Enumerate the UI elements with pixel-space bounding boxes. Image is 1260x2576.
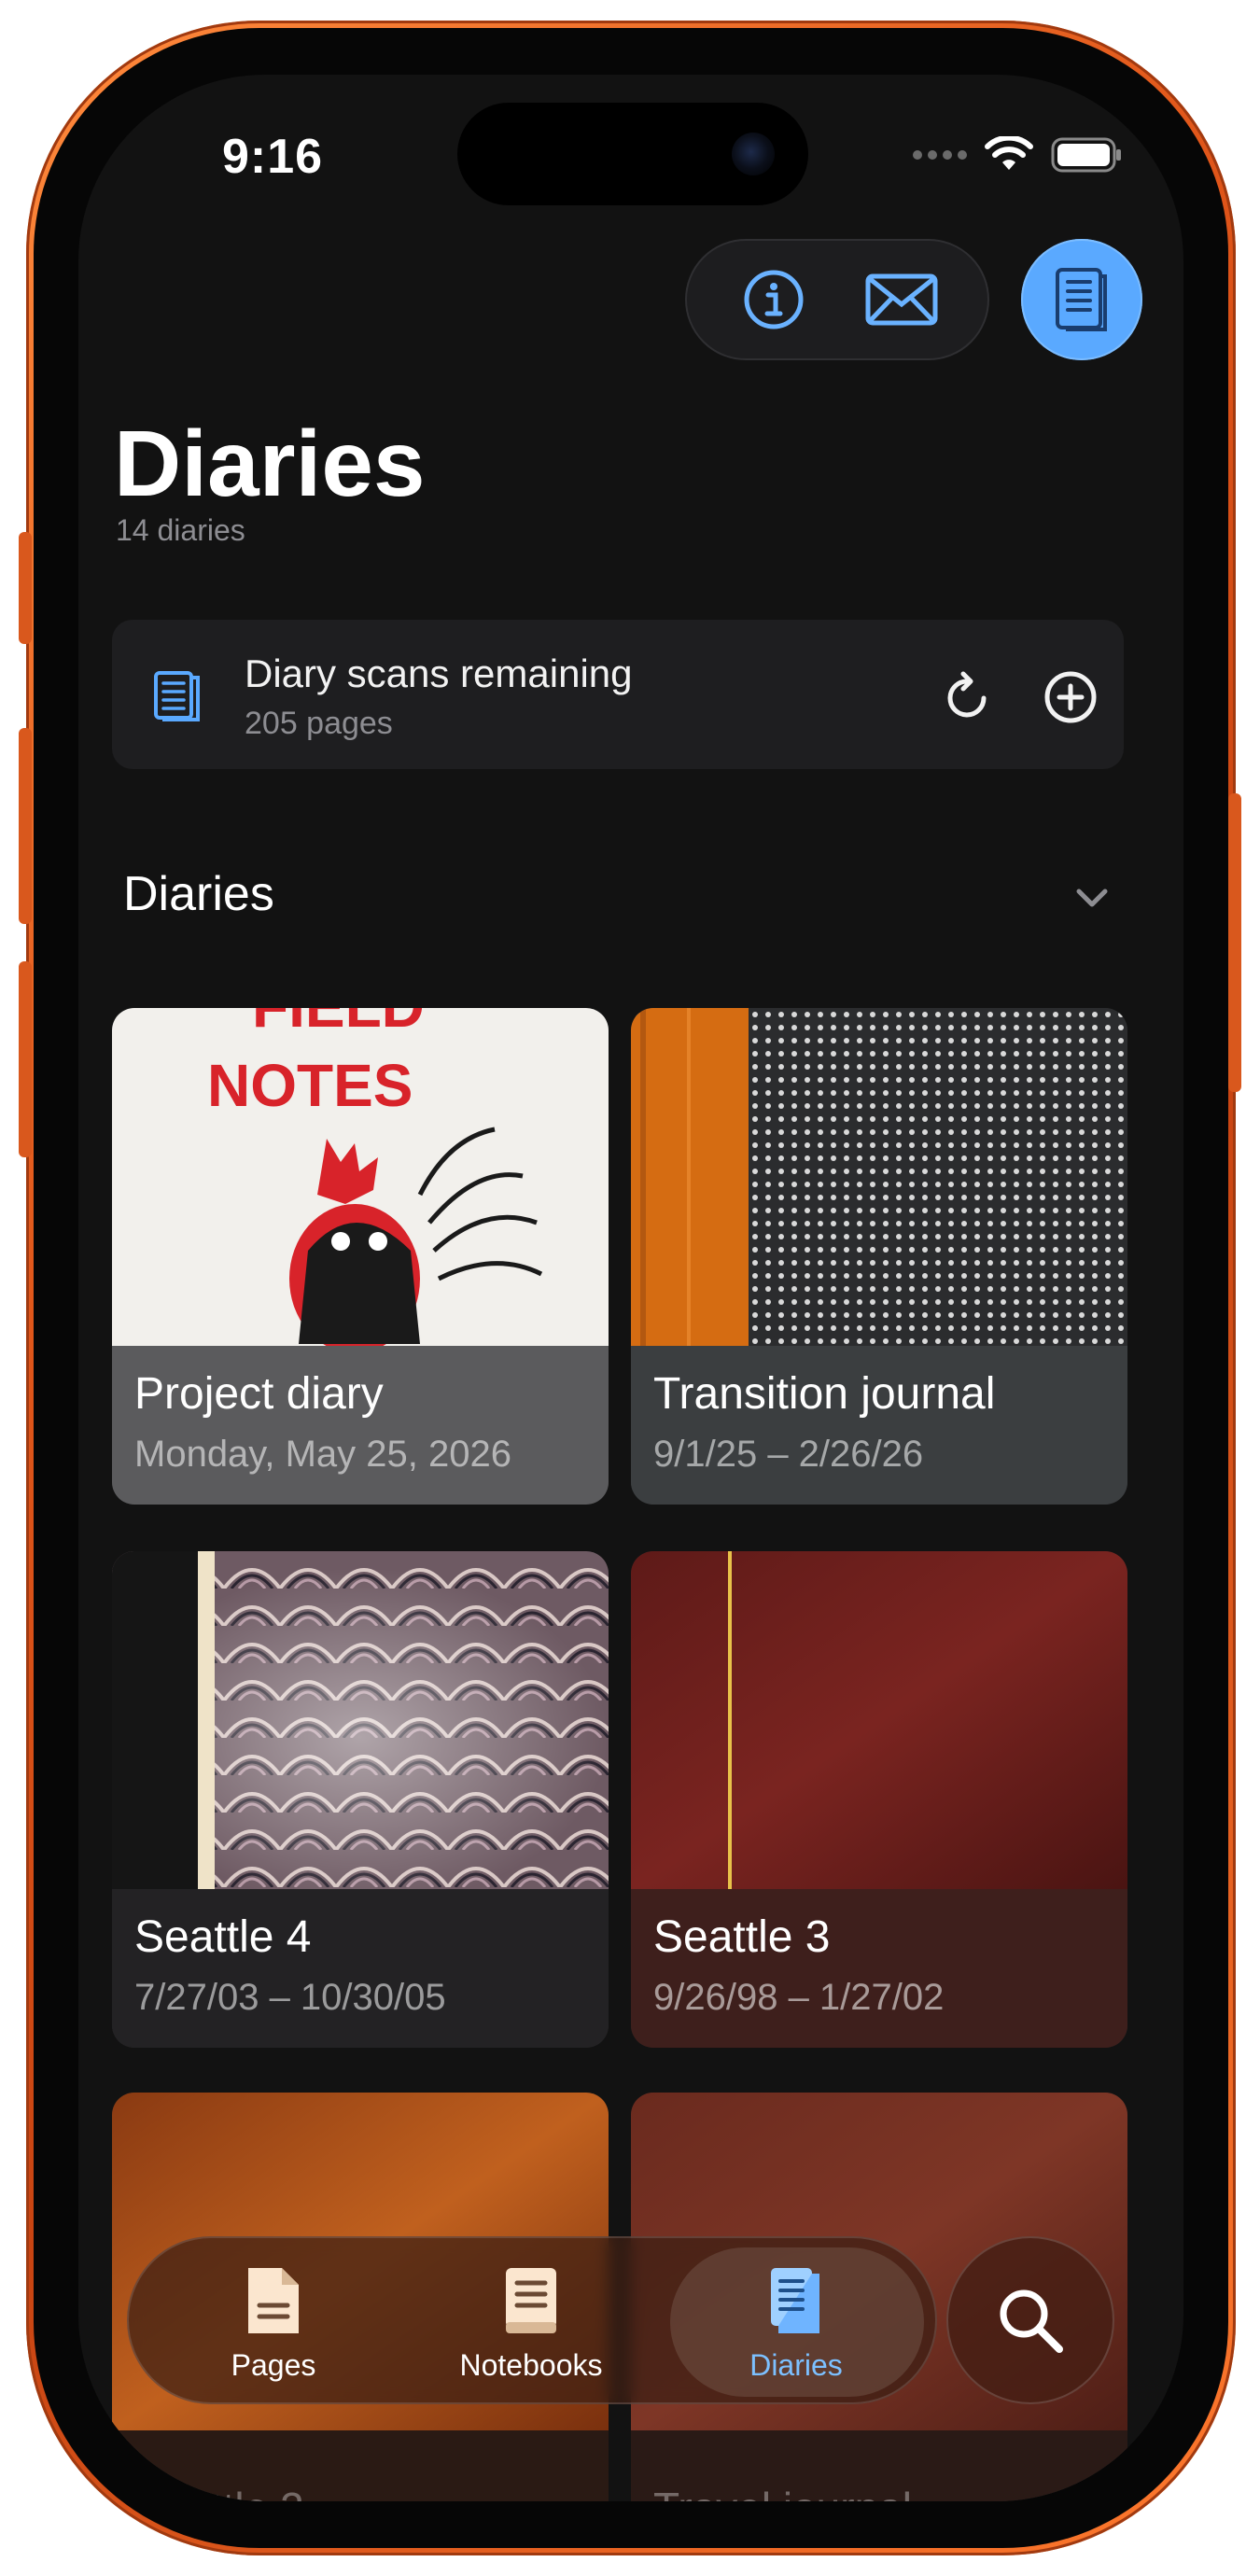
diary-card-info: Seattle 3 9/26/98 – 1/27/02 [631, 1889, 1127, 2048]
status-time: 9:16 [222, 130, 324, 184]
tab-label: Notebooks [459, 2348, 603, 2382]
cellular-signal-icon [913, 150, 967, 160]
power-button [1228, 793, 1241, 1092]
dotted-cover-image [631, 1008, 1127, 1346]
screen: 9:16 Diaries 14 diaries Diary scans rema… [78, 75, 1183, 2501]
status-indicators [913, 136, 1124, 174]
diary-card-info: Seattle 4 7/27/03 – 10/30/05 [112, 1889, 609, 2048]
field-notes-cover-image: FIELD NOTES [112, 1008, 609, 1346]
diary-icon [771, 2268, 819, 2333]
diary-card[interactable]: FIELD NOTES Project diary Monday, May 25… [112, 1008, 609, 1505]
mail-button[interactable] [864, 262, 939, 337]
diary-card-info: Travel journal [631, 2430, 1127, 2501]
diary-dates: 9/1/25 – 2/26/26 [653, 1434, 924, 1475]
dynamic-island [457, 103, 808, 205]
scans-remaining-count: 205 pages [245, 706, 393, 741]
diary-dates: 7/27/03 – 10/30/05 [134, 1977, 446, 2018]
action-button [19, 532, 32, 644]
diary-name: Transition journal [653, 1369, 996, 1419]
diary-card[interactable]: Seattle 4 7/27/03 – 10/30/05 [112, 1551, 609, 2048]
diary-card[interactable]: Seattle 3 9/26/98 – 1/27/02 [631, 1551, 1127, 2048]
scans-title: Diary scans remaining [245, 651, 633, 695]
red-leather-cover-image [631, 1551, 1127, 1889]
svg-text:NOTES: NOTES [207, 1052, 413, 1119]
diary-name: Seattle 2 [134, 2483, 304, 2501]
chevron-down-icon[interactable] [1070, 875, 1114, 920]
diary-icon [1056, 268, 1107, 331]
tab-label: Pages [231, 2348, 316, 2382]
diary-card-info: Project diary Monday, May 25, 2026 [112, 1346, 609, 1505]
tab-label: Diaries [749, 2348, 843, 2382]
diary-name: Seattle 3 [653, 1912, 831, 1962]
diary-dates: Monday, May 25, 2026 [134, 1434, 511, 1475]
wifi-icon [985, 136, 1033, 170]
section-title: Diaries [123, 867, 274, 921]
page-icon [248, 2268, 299, 2333]
diary-icon [154, 671, 200, 721]
tab-bar: Pages Notebooks Diaries [127, 2236, 937, 2404]
search-icon [1000, 2289, 1063, 2353]
diary-scan-button[interactable] [1021, 239, 1142, 360]
diary-name: Project diary [134, 1369, 384, 1419]
notebook-icon [506, 2268, 556, 2333]
svg-text:FIELD: FIELD [252, 1008, 425, 1040]
diary-count: 14 diaries [116, 513, 245, 547]
diary-name: Travel journal [653, 2483, 912, 2501]
volume-up-button [19, 728, 32, 924]
info-circle-icon [744, 270, 803, 329]
camera-icon [732, 133, 775, 175]
diary-card[interactable]: Transition journal 9/1/25 – 2/26/26 [631, 1008, 1127, 1505]
diary-card-info: Transition journal 9/1/25 – 2/26/26 [631, 1346, 1127, 1505]
refresh-icon[interactable] [939, 668, 997, 726]
tab-notebooks[interactable]: Notebooks [414, 2238, 648, 2406]
plus-circle-icon[interactable] [1042, 668, 1099, 726]
search-button[interactable] [946, 2236, 1114, 2404]
tab-diaries[interactable]: Diaries [679, 2238, 913, 2406]
diary-dates: 9/26/98 – 1/27/02 [653, 1977, 945, 2018]
diary-card-info: Seattle 2 [112, 2430, 609, 2501]
header-actions [685, 239, 989, 360]
page-title: Diaries [114, 412, 426, 516]
scans-remaining-card: Diary scans remaining 205 pages [112, 620, 1124, 769]
marbled-cover-image [112, 1551, 609, 1889]
envelope-icon [865, 273, 937, 326]
tab-pages[interactable]: Pages [157, 2238, 390, 2406]
volume-down-button [19, 961, 32, 1157]
info-button[interactable] [736, 262, 811, 337]
diary-name: Seattle 4 [134, 1912, 312, 1962]
battery-icon [1051, 137, 1121, 173]
